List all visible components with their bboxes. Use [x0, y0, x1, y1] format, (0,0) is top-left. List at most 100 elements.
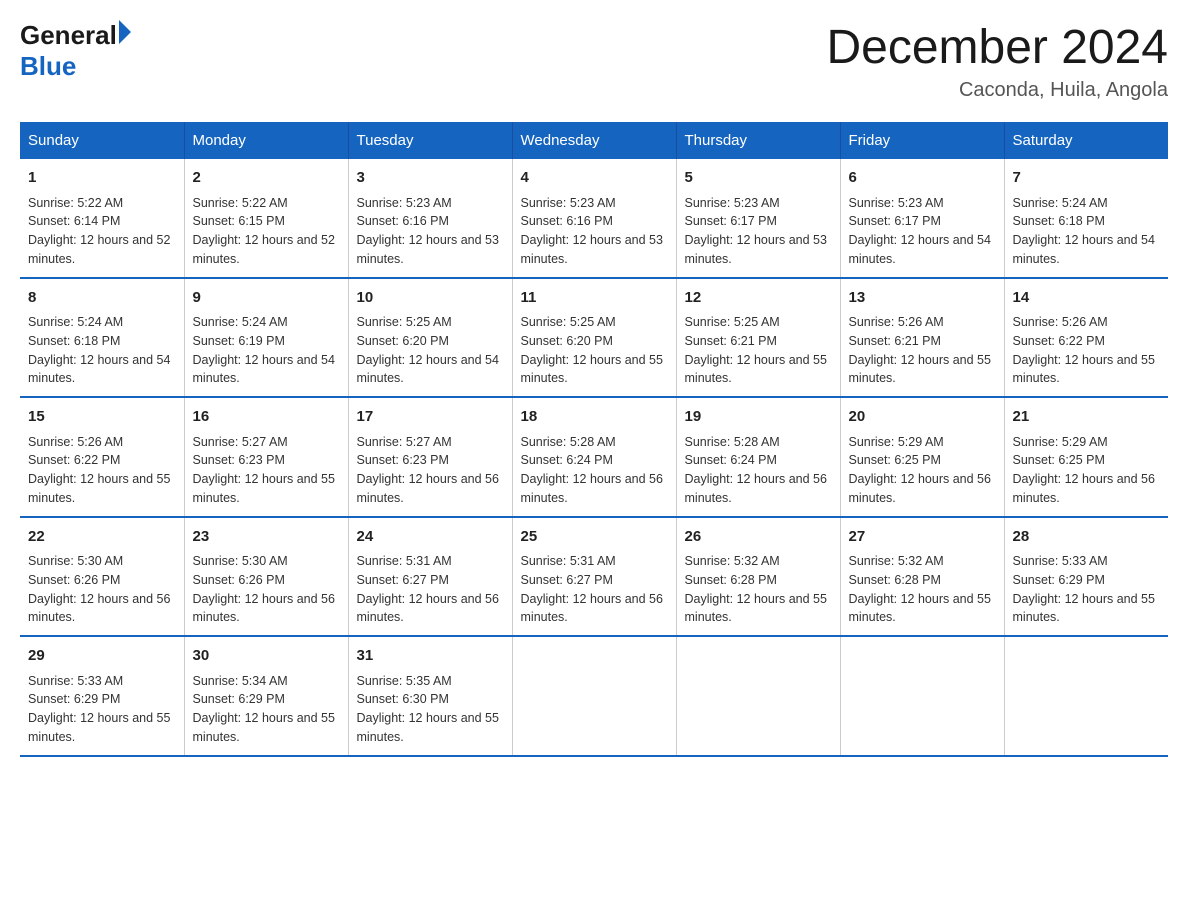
month-title: December 2024	[826, 20, 1168, 75]
calendar-cell: 28 Sunrise: 5:33 AMSunset: 6:29 PMDayligh…	[1004, 517, 1168, 637]
calendar-cell	[1004, 636, 1168, 756]
day-number: 30	[193, 645, 340, 668]
day-info: Sunrise: 5:24 AMSunset: 6:18 PMDaylight:…	[28, 313, 176, 388]
logo-blue: Blue	[20, 51, 131, 82]
calendar-cell: 20 Sunrise: 5:29 AMSunset: 6:25 PMDayligh…	[840, 397, 1004, 517]
calendar-cell: 17Sunrise: 5:27 AMSunset: 6:23 PMDayligh…	[348, 397, 512, 517]
day-number: 25	[521, 526, 668, 549]
logo: General Blue	[20, 20, 131, 82]
day-info: Sunrise: 5:25 AMSunset: 6:20 PMDaylight:…	[521, 313, 668, 388]
day-number: 22	[28, 526, 176, 549]
day-info: Sunrise: 5:24 AMSunset: 6:19 PMDaylight:…	[193, 313, 340, 388]
calendar-cell: 11Sunrise: 5:25 AMSunset: 6:20 PMDayligh…	[512, 278, 676, 398]
day-info: Sunrise: 5:32 AMSunset: 6:28 PMDaylight:…	[849, 552, 996, 627]
location: Caconda, Huila, Angola	[826, 79, 1168, 102]
calendar-cell: 24 Sunrise: 5:31 AMSunset: 6:27 PMDayligh…	[348, 517, 512, 637]
calendar-cell: 15Sunrise: 5:26 AMSunset: 6:22 PMDayligh…	[20, 397, 184, 517]
day-info: Sunrise: 5:23 AMSunset: 6:16 PMDaylight:…	[521, 194, 668, 269]
day-number: 31	[357, 645, 504, 668]
calendar-week-2: 8Sunrise: 5:24 AMSunset: 6:18 PMDaylight…	[20, 278, 1168, 398]
day-number: 20	[849, 406, 996, 429]
calendar-cell: 4 Sunrise: 5:23 AMSunset: 6:16 PMDaylight…	[512, 159, 676, 278]
day-number: 9	[193, 287, 340, 310]
calendar-header-tuesday: Tuesday	[348, 122, 512, 159]
day-number: 14	[1013, 287, 1161, 310]
day-number: 27	[849, 526, 996, 549]
day-number: 26	[685, 526, 832, 549]
day-info: Sunrise: 5:25 AMSunset: 6:20 PMDaylight:…	[357, 313, 504, 388]
day-number: 28	[1013, 526, 1161, 549]
day-number: 23	[193, 526, 340, 549]
calendar-cell: 7Sunrise: 5:24 AMSunset: 6:18 PMDaylight…	[1004, 159, 1168, 278]
day-number: 6	[849, 167, 996, 190]
day-number: 5	[685, 167, 832, 190]
calendar-cell: 13 Sunrise: 5:26 AMSunset: 6:21 PMDayligh…	[840, 278, 1004, 398]
day-info: Sunrise: 5:24 AMSunset: 6:18 PMDaylight:…	[1013, 194, 1161, 269]
calendar-table: SundayMondayTuesdayWednesdayThursdayFrid…	[20, 122, 1168, 757]
day-number: 13	[849, 287, 996, 310]
day-info: Sunrise: 5:29 AMSunset: 6:25 PMDaylight:…	[849, 433, 996, 508]
day-info: Sunrise: 5:32 AMSunset: 6:28 PMDaylight:…	[685, 552, 832, 627]
day-info: Sunrise: 5:26 AMSunset: 6:22 PMDaylight:…	[28, 433, 176, 508]
calendar-cell: 9 Sunrise: 5:24 AMSunset: 6:19 PMDaylight…	[184, 278, 348, 398]
calendar-cell: 10 Sunrise: 5:25 AMSunset: 6:20 PMDayligh…	[348, 278, 512, 398]
calendar-header-row: SundayMondayTuesdayWednesdayThursdayFrid…	[20, 122, 1168, 159]
day-info: Sunrise: 5:30 AMSunset: 6:26 PMDaylight:…	[193, 552, 340, 627]
calendar-cell	[840, 636, 1004, 756]
calendar-cell: 26 Sunrise: 5:32 AMSunset: 6:28 PMDayligh…	[676, 517, 840, 637]
calendar-cell: 1 Sunrise: 5:22 AMSunset: 6:14 PMDaylight…	[20, 159, 184, 278]
calendar-cell: 12Sunrise: 5:25 AMSunset: 6:21 PMDayligh…	[676, 278, 840, 398]
calendar-week-3: 15Sunrise: 5:26 AMSunset: 6:22 PMDayligh…	[20, 397, 1168, 517]
calendar-cell: 14 Sunrise: 5:26 AMSunset: 6:22 PMDayligh…	[1004, 278, 1168, 398]
calendar-cell	[676, 636, 840, 756]
calendar-cell: 25 Sunrise: 5:31 AMSunset: 6:27 PMDayligh…	[512, 517, 676, 637]
day-number: 24	[357, 526, 504, 549]
calendar-cell: 5Sunrise: 5:23 AMSunset: 6:17 PMDaylight…	[676, 159, 840, 278]
day-number: 18	[521, 406, 668, 429]
calendar-header-wednesday: Wednesday	[512, 122, 676, 159]
calendar-header-friday: Friday	[840, 122, 1004, 159]
day-number: 19	[685, 406, 832, 429]
day-info: Sunrise: 5:23 AMSunset: 6:17 PMDaylight:…	[849, 194, 996, 269]
calendar-header-saturday: Saturday	[1004, 122, 1168, 159]
day-info: Sunrise: 5:27 AMSunset: 6:23 PMDaylight:…	[357, 433, 504, 508]
calendar-cell: 19Sunrise: 5:28 AMSunset: 6:24 PMDayligh…	[676, 397, 840, 517]
day-info: Sunrise: 5:30 AMSunset: 6:26 PMDaylight:…	[28, 552, 176, 627]
page-header: General Blue December 2024 Caconda, Huil…	[20, 20, 1168, 102]
day-info: Sunrise: 5:33 AMSunset: 6:29 PMDaylight:…	[28, 672, 176, 747]
day-info: Sunrise: 5:35 AMSunset: 6:30 PMDaylight:…	[357, 672, 504, 747]
calendar-cell: 16 Sunrise: 5:27 AMSunset: 6:23 PMDayligh…	[184, 397, 348, 517]
calendar-week-1: 1 Sunrise: 5:22 AMSunset: 6:14 PMDaylight…	[20, 159, 1168, 278]
day-info: Sunrise: 5:23 AMSunset: 6:16 PMDaylight:…	[357, 194, 504, 269]
day-info: Sunrise: 5:22 AMSunset: 6:15 PMDaylight:…	[193, 194, 340, 269]
calendar-cell: 18 Sunrise: 5:28 AMSunset: 6:24 PMDayligh…	[512, 397, 676, 517]
day-number: 1	[28, 167, 176, 190]
day-info: Sunrise: 5:26 AMSunset: 6:21 PMDaylight:…	[849, 313, 996, 388]
day-info: Sunrise: 5:31 AMSunset: 6:27 PMDaylight:…	[357, 552, 504, 627]
title-area: December 2024 Caconda, Huila, Angola	[826, 20, 1168, 102]
day-number: 12	[685, 287, 832, 310]
calendar-cell: 23 Sunrise: 5:30 AMSunset: 6:26 PMDayligh…	[184, 517, 348, 637]
calendar-cell: 22 Sunrise: 5:30 AMSunset: 6:26 PMDayligh…	[20, 517, 184, 637]
day-info: Sunrise: 5:33 AMSunset: 6:29 PMDaylight:…	[1013, 552, 1161, 627]
calendar-cell: 31 Sunrise: 5:35 AMSunset: 6:30 PMDayligh…	[348, 636, 512, 756]
calendar-cell: 21Sunrise: 5:29 AMSunset: 6:25 PMDayligh…	[1004, 397, 1168, 517]
calendar-week-5: 29 Sunrise: 5:33 AMSunset: 6:29 PMDayligh…	[20, 636, 1168, 756]
day-number: 10	[357, 287, 504, 310]
day-number: 16	[193, 406, 340, 429]
calendar-cell: 27 Sunrise: 5:32 AMSunset: 6:28 PMDayligh…	[840, 517, 1004, 637]
day-info: Sunrise: 5:22 AMSunset: 6:14 PMDaylight:…	[28, 194, 176, 269]
day-info: Sunrise: 5:31 AMSunset: 6:27 PMDaylight:…	[521, 552, 668, 627]
logo-arrow-icon	[119, 20, 131, 44]
calendar-cell: 30 Sunrise: 5:34 AMSunset: 6:29 PMDayligh…	[184, 636, 348, 756]
day-info: Sunrise: 5:26 AMSunset: 6:22 PMDaylight:…	[1013, 313, 1161, 388]
day-info: Sunrise: 5:27 AMSunset: 6:23 PMDaylight:…	[193, 433, 340, 508]
calendar-cell: 3Sunrise: 5:23 AMSunset: 6:16 PMDaylight…	[348, 159, 512, 278]
day-info: Sunrise: 5:28 AMSunset: 6:24 PMDaylight:…	[521, 433, 668, 508]
day-info: Sunrise: 5:34 AMSunset: 6:29 PMDaylight:…	[193, 672, 340, 747]
calendar-cell	[512, 636, 676, 756]
day-number: 2	[193, 167, 340, 190]
calendar-cell: 2 Sunrise: 5:22 AMSunset: 6:15 PMDaylight…	[184, 159, 348, 278]
day-number: 29	[28, 645, 176, 668]
day-number: 4	[521, 167, 668, 190]
